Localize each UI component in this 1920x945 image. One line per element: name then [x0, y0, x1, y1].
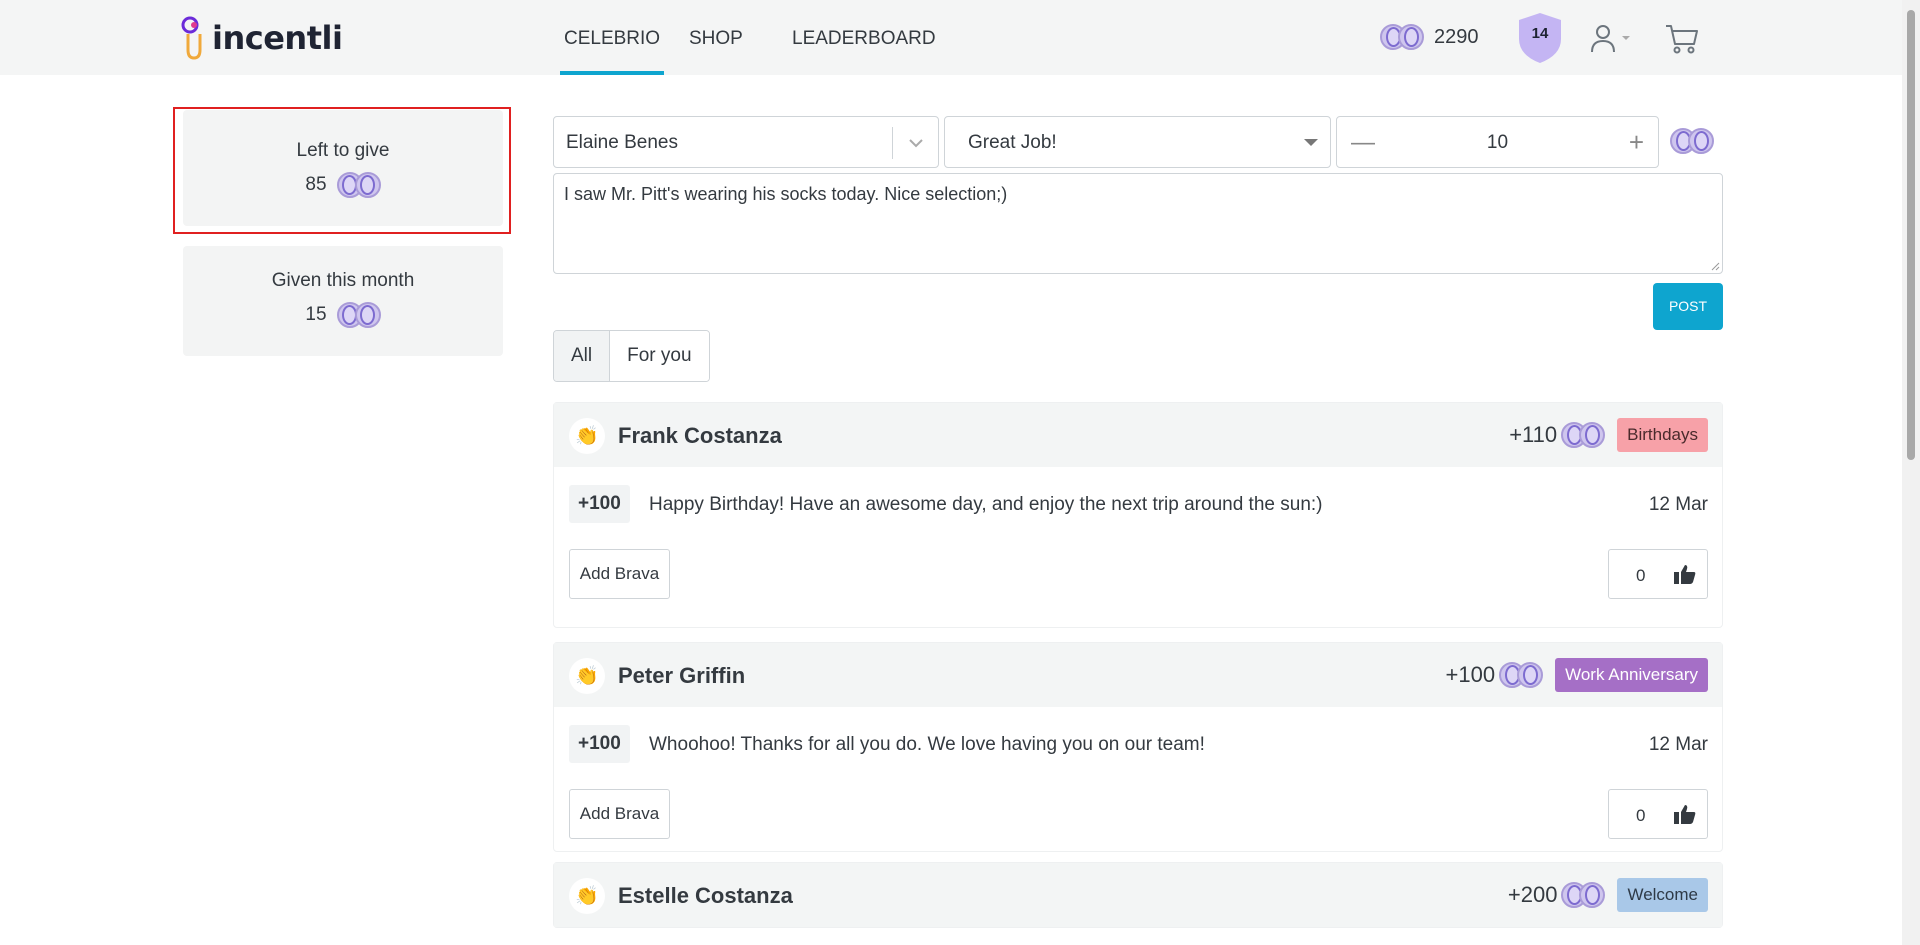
post-recipient-name[interactable]: Estelle Costanza — [618, 883, 793, 909]
chevron-down-icon — [1622, 36, 1630, 40]
post-points: +110 — [1509, 422, 1558, 447]
resize-handle-icon[interactable] — [1710, 261, 1720, 271]
logo[interactable]: incentli — [180, 16, 343, 60]
like-count: 0 — [1636, 806, 1646, 825]
level-number: 14 — [1531, 25, 1549, 42]
logo-icon — [181, 16, 202, 60]
nav-shop[interactable]: SHOP — [685, 0, 747, 75]
amount-stepper[interactable]: — 10 + — [1336, 116, 1659, 168]
user-icon — [1591, 25, 1630, 53]
post-points: +100 — [1445, 662, 1496, 687]
given-this-month-card: Given this month 15 — [183, 246, 503, 356]
recipient-value: Elaine Benes — [566, 132, 678, 153]
coin-icon — [336, 302, 381, 328]
thumbs-up-icon — [1674, 805, 1696, 824]
amount-value[interactable]: 10 — [1337, 132, 1658, 154]
award-type-value: Great Job! — [968, 132, 1057, 153]
balance-value: 2290 — [1434, 25, 1479, 48]
message-textarea[interactable]: I saw Mr. Pitt's wearing his socks today… — [553, 173, 1723, 274]
top-navbar: incentli CELEBRIO SHOP LEADERBOARD 2290 … — [0, 0, 1902, 75]
like-button[interactable]: 0 — [1608, 549, 1708, 599]
clap-icon: 👏 — [569, 418, 605, 454]
feed-filter-tabs: All For you — [553, 330, 710, 382]
tab-for-you[interactable]: For you — [610, 331, 709, 381]
coin-icon — [1499, 662, 1544, 688]
category-badge: Birthdays — [1617, 418, 1708, 452]
coin-icon — [1561, 422, 1606, 448]
page-scrollbar[interactable] — [1902, 0, 1920, 945]
thumbs-up-icon — [1674, 565, 1696, 584]
feed-post: 👏 Peter Griffin +100 Work Anniversary +1… — [553, 642, 1723, 852]
message-text: I saw Mr. Pitt's wearing his socks today… — [564, 184, 1008, 204]
logo-text: incentli — [212, 19, 343, 57]
clap-icon: 👏 — [569, 878, 605, 914]
highlight-box — [173, 107, 511, 234]
chevron-down-icon[interactable] — [906, 135, 926, 151]
recipient-select[interactable]: Elaine Benes — [553, 116, 939, 168]
given-this-month-label: Given this month — [271, 270, 415, 291]
entry-amount: +100 — [569, 725, 630, 763]
entry-amount: +100 — [569, 485, 630, 523]
post-points: +200 — [1507, 882, 1558, 907]
coin-icon — [1670, 128, 1714, 154]
scrollbar-thumb[interactable] — [1907, 10, 1915, 460]
nav-celebrio[interactable]: CELEBRIO — [560, 0, 665, 75]
entry-message: Happy Birthday! Have an awesome day, and… — [649, 494, 1323, 515]
cart-icon — [1666, 25, 1698, 54]
user-menu[interactable] — [1589, 24, 1635, 59]
level-badge[interactable]: 14 — [1517, 11, 1563, 65]
entry-message: Whoohoo! Thanks for all you do. We love … — [649, 734, 1205, 755]
feed-post: 👏 Frank Costanza +110 Birthdays +100 Hap… — [553, 402, 1723, 628]
plus-icon[interactable]: + — [1629, 127, 1644, 158]
like-button[interactable]: 0 — [1608, 789, 1708, 839]
add-brava-button[interactable]: Add Brava — [569, 789, 670, 839]
given-this-month-value: 15 — [305, 304, 327, 325]
caret-down-icon — [1304, 139, 1318, 146]
feed-post: 👏 Estelle Costanza +200 Welcome — [553, 862, 1723, 928]
like-count: 0 — [1636, 566, 1646, 585]
category-badge: Welcome — [1617, 878, 1708, 912]
entry-date: 12 Mar — [1648, 494, 1708, 515]
entry-date: 12 Mar — [1648, 734, 1708, 755]
award-type-select[interactable]: Great Job! — [944, 116, 1331, 168]
tab-all[interactable]: All — [554, 331, 611, 381]
coin-balance[interactable]: 2290 — [1380, 24, 1479, 50]
category-badge: Work Anniversary — [1555, 658, 1708, 692]
cart-button[interactable] — [1664, 22, 1700, 59]
clap-icon: 👏 — [569, 658, 605, 694]
post-button[interactable]: POST — [1653, 283, 1723, 330]
coin-icon — [1380, 24, 1424, 50]
coin-icon — [1561, 882, 1606, 908]
add-brava-button[interactable]: Add Brava — [569, 549, 670, 599]
nav-leaderboard[interactable]: LEADERBOARD — [788, 0, 940, 75]
post-recipient-name[interactable]: Frank Costanza — [618, 423, 782, 449]
post-recipient-name[interactable]: Peter Griffin — [618, 663, 745, 689]
